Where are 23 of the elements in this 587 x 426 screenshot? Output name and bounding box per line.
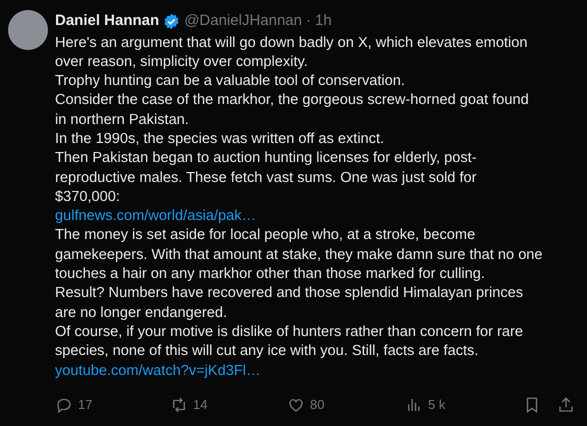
post-paragraph: In the 1990s, the species was written off as extinct. — [55, 130, 386, 149]
post-paragraph: Result? Numbers have recovered and those splendid Himalayan princes are no longer endangered. — [55, 284, 524, 323]
repost-button[interactable]: 14 — [170, 394, 208, 414]
link[interactable]: youtube.com/watch?v=jKd3Fl… — [55, 362, 261, 379]
avatar-circle[interactable] — [8, 10, 48, 50]
post-paragraph: Consider the case of the markhor, the gorgeous screw-horned goat found in northern Pakistan. — [55, 91, 530, 130]
post-paragraph: Trophy hunting can be a valuable tool of conservation. — [55, 72, 406, 92]
like-button[interactable]: 80 — [287, 394, 324, 414]
views-button[interactable]: 5 k — [405, 394, 446, 414]
post-paragraph: The money is set aside for local people who, at a stroke, become gamekeepers. With that amount at stake, they make damn sure that no one touches a hair on any markhor other than those marked for culling. — [55, 226, 543, 284]
post-paragraph: Then Pakistan began to auction hunting licenses for elderly, post-reproductive males. These fetch vast sums. One was just sold for $370,000: — [55, 149, 478, 207]
author-handle[interactable]: @DanielJHannan — [184, 10, 302, 32]
share-button[interactable] — [557, 396, 575, 414]
repost-icon — [170, 396, 188, 414]
author-name[interactable]: Daniel Hannan — [55, 10, 160, 32]
post-paragraph: Here's an argument that will go down badly on X, which elevates emotion over reason, simplicity over complexity. — [55, 34, 528, 72]
reply-button[interactable]: 17 — [55, 394, 92, 414]
reply-icon — [55, 396, 73, 414]
share-icon — [557, 396, 575, 414]
separator-dot: · — [306, 11, 311, 31]
link[interactable]: gulfnews.com/world/asia/pak… — [55, 208, 256, 224]
post-time[interactable]: 1h — [314, 10, 332, 32]
post-paragraph: Of course, if your motive is dislike of hunters rather than concern for rare species, none of this will cut any ice with you. Still, facts are facts. — [55, 322, 524, 362]
